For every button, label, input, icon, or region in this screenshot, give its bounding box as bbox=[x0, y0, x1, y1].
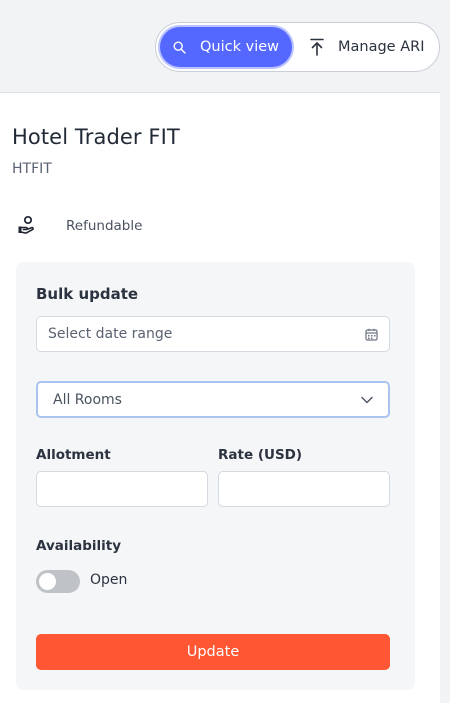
allotment-label: Allotment bbox=[36, 447, 111, 463]
room-select-value: All Rooms bbox=[53, 391, 122, 408]
calendar-icon bbox=[365, 328, 378, 341]
rate-label: Rate (USD) bbox=[218, 447, 303, 463]
search-icon bbox=[173, 40, 186, 54]
upload-arrow-icon bbox=[310, 38, 324, 56]
hand-coin-icon bbox=[18, 215, 34, 234]
manage-ari-button[interactable]: Manage ARI bbox=[310, 38, 424, 56]
room-select[interactable]: All Rooms bbox=[36, 381, 390, 418]
top-bar: Quick view Manage ARI bbox=[0, 0, 450, 92]
refund-policy-label: Refundable bbox=[66, 218, 143, 234]
hotel-name: Hotel Trader FIT bbox=[12, 125, 180, 149]
allotment-input[interactable] bbox=[36, 471, 208, 507]
chevron-down-icon bbox=[361, 396, 373, 403]
toggle-knob bbox=[39, 573, 56, 590]
availability-label: Availability bbox=[36, 538, 122, 554]
right-gutter bbox=[440, 92, 450, 703]
bulk-update-card: Bulk update Select date range All Rooms … bbox=[16, 262, 415, 690]
bulk-update-title: Bulk update bbox=[36, 285, 139, 303]
update-button[interactable]: Update bbox=[36, 634, 390, 670]
quick-view-label: Quick view bbox=[200, 39, 279, 55]
availability-state-label: Open bbox=[90, 572, 128, 588]
rate-input[interactable] bbox=[218, 471, 390, 507]
availability-toggle[interactable] bbox=[36, 570, 80, 593]
date-range-placeholder: Select date range bbox=[48, 326, 173, 342]
manage-ari-label: Manage ARI bbox=[338, 39, 425, 55]
view-mode-toggle: Quick view Manage ARI bbox=[155, 22, 440, 72]
hotel-code: HTFIT bbox=[12, 161, 52, 177]
quick-view-button[interactable]: Quick view bbox=[160, 27, 292, 67]
hotel-detail-panel: Hotel Trader FIT HTFIT Refundable Bulk u… bbox=[0, 92, 440, 703]
date-range-input[interactable]: Select date range bbox=[36, 316, 390, 352]
